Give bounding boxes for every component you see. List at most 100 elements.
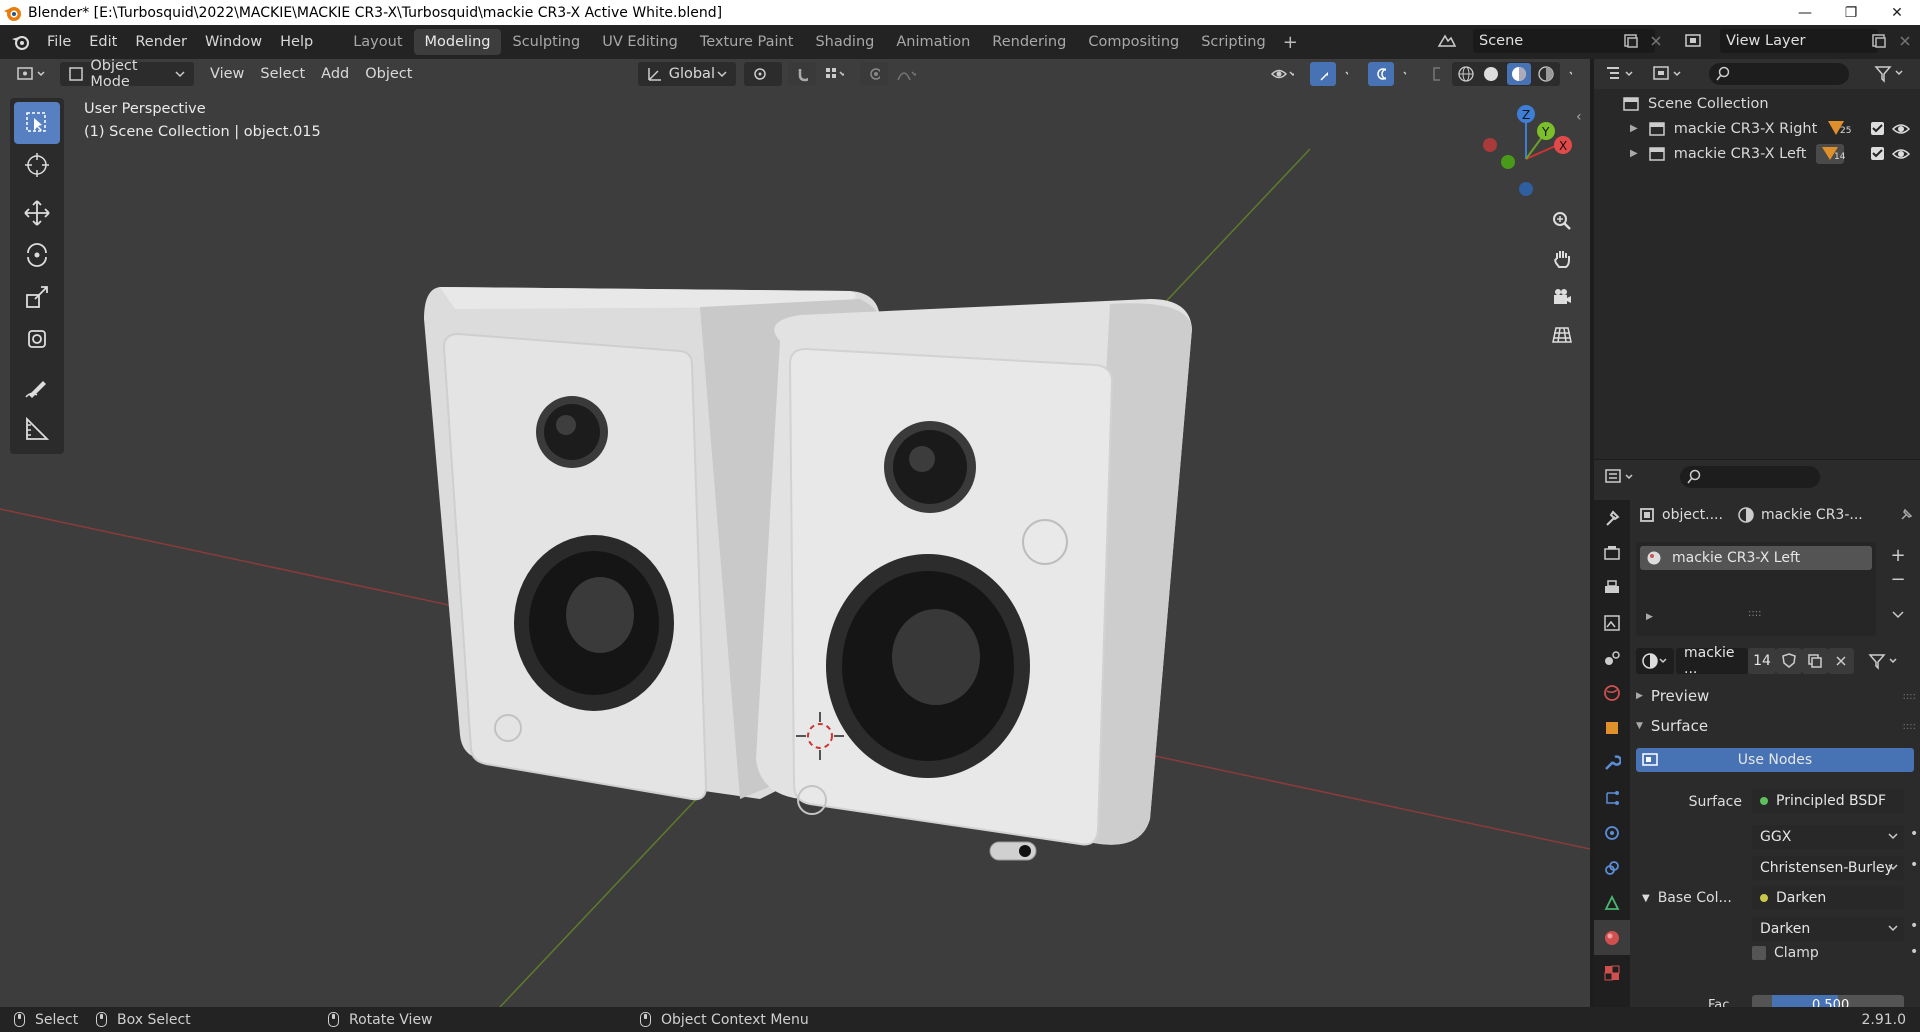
animate-dot-icon[interactable]: •	[1910, 857, 1918, 873]
tab-layout[interactable]: Layout	[342, 29, 413, 55]
material-preview-shading-icon[interactable]	[1506, 63, 1531, 85]
menu-window[interactable]: Window	[196, 34, 271, 50]
pan-button[interactable]	[1546, 243, 1578, 275]
scale-tool[interactable]	[14, 276, 60, 318]
user-count-badge[interactable]: 14	[1748, 648, 1776, 674]
overlays-toggle[interactable]	[1368, 62, 1394, 86]
object-menu[interactable]: Object	[357, 62, 420, 86]
visibility-button[interactable]	[1262, 62, 1302, 86]
cursor-tool[interactable]	[14, 144, 60, 186]
menu-help[interactable]: Help	[271, 34, 322, 50]
zoom-button[interactable]	[1546, 205, 1578, 237]
gizmo-options-button[interactable]	[1336, 62, 1356, 86]
expand-arrow-icon[interactable]: ▶	[1630, 123, 1638, 134]
physics-tab[interactable]	[1594, 815, 1630, 850]
slot-specials-button[interactable]	[1884, 604, 1912, 626]
rotate-tool[interactable]	[14, 234, 60, 276]
sidebar-toggle-icon[interactable]: ‹	[1576, 109, 1582, 125]
object-mode-dropdown[interactable]: Object Mode	[60, 59, 194, 90]
proportional-edit-toggle[interactable]	[860, 62, 888, 86]
delete-scene-icon[interactable]	[1645, 30, 1667, 52]
pin-icon[interactable]	[1898, 507, 1914, 523]
tool-tab[interactable]	[1594, 500, 1630, 535]
material-name-field[interactable]: mackie ...	[1676, 645, 1748, 677]
select-box-tool[interactable]	[14, 102, 60, 144]
animate-dot-icon[interactable]: •	[1910, 918, 1918, 934]
annotate-tool[interactable]	[14, 366, 60, 408]
display-mode-icon[interactable]	[1652, 64, 1686, 84]
render-tab[interactable]	[1594, 535, 1630, 570]
remove-slot-button[interactable]: −	[1884, 568, 1912, 590]
filter-icon[interactable]	[1874, 65, 1914, 83]
include-checkbox-icon[interactable]	[1870, 146, 1886, 162]
navigation-gizmo[interactable]: Z X Y	[1470, 99, 1580, 199]
browse-material-button[interactable]	[1636, 648, 1674, 674]
expand-arrow-icon[interactable]: ▶	[1630, 148, 1638, 159]
world-tab[interactable]	[1594, 675, 1630, 710]
gizmo-toggle[interactable]	[1310, 62, 1336, 86]
duplicate-material-button[interactable]	[1802, 648, 1828, 674]
tab-shading[interactable]: Shading	[804, 29, 885, 55]
minimize-button[interactable]: —	[1782, 0, 1828, 25]
tab-texture-paint[interactable]: Texture Paint	[689, 29, 805, 55]
overlays-options-button[interactable]	[1394, 62, 1414, 86]
tab-scripting[interactable]: Scripting	[1190, 29, 1276, 55]
scene-tab[interactable]	[1594, 640, 1630, 675]
camera-view-button[interactable]	[1546, 281, 1578, 313]
snap-toggle[interactable]	[788, 62, 816, 86]
fac-slider[interactable]: 0.500	[1752, 995, 1904, 1007]
transform-tool[interactable]	[14, 318, 60, 360]
maximize-button[interactable]: ❐	[1828, 0, 1874, 25]
eye-visibility-icon[interactable]	[1892, 146, 1912, 162]
object-tab[interactable]	[1594, 710, 1630, 745]
tab-rendering[interactable]: Rendering	[981, 29, 1077, 55]
fake-user-button[interactable]	[1776, 648, 1802, 674]
add-menu[interactable]: Add	[313, 62, 357, 86]
pivot-point-button[interactable]	[744, 62, 782, 86]
distribution-dropdown[interactable]: GGX	[1752, 825, 1904, 849]
3d-viewport[interactable]: Object Mode View Select Add Object Globa…	[0, 59, 1590, 1007]
move-tool[interactable]	[14, 192, 60, 234]
outliner-search-input[interactable]	[1709, 63, 1849, 85]
animate-dot-icon[interactable]: •	[1910, 944, 1918, 960]
surface-shader-field[interactable]: Principled BSDF	[1752, 789, 1904, 813]
new-scene-icon[interactable]	[1620, 30, 1642, 52]
new-view-layer-icon[interactable]	[1868, 30, 1890, 52]
outliner-editor-type-icon[interactable]	[1604, 64, 1638, 84]
use-nodes-button[interactable]: Use Nodes	[1636, 748, 1914, 772]
snap-target-button[interactable]	[816, 62, 852, 86]
add-slot-button[interactable]: +	[1884, 544, 1912, 566]
eye-visibility-icon[interactable]	[1892, 121, 1912, 137]
view-layer-selector[interactable]: View Layer	[1720, 29, 1878, 53]
base-color-row-label[interactable]: ▼ Base Col...	[1642, 890, 1732, 906]
drag-handle-icon[interactable]: ::::	[1903, 721, 1916, 732]
preview-section-header[interactable]: ▶ Preview ::::	[1636, 682, 1916, 710]
scene-browse-icon[interactable]	[1436, 30, 1458, 52]
drag-handle-icon[interactable]: ::::	[1903, 691, 1916, 702]
modifier-tab[interactable]	[1594, 745, 1630, 780]
select-menu[interactable]: Select	[252, 62, 313, 86]
view-layer-tab[interactable]	[1594, 605, 1630, 640]
material-slot-item[interactable]: mackie CR3-X Left	[1640, 546, 1872, 570]
menu-edit[interactable]: Edit	[80, 34, 126, 50]
add-workspace-button[interactable]: +	[1277, 32, 1304, 53]
wireframe-shading-icon[interactable]	[1456, 64, 1476, 84]
delete-view-layer-icon[interactable]	[1894, 30, 1916, 52]
subsurface-method-dropdown[interactable]: Christensen-Burley	[1752, 856, 1904, 880]
resize-handle-icon[interactable]: ::::	[1748, 608, 1761, 619]
measure-tool[interactable]	[14, 408, 60, 450]
base-color-input-field[interactable]: Darken	[1752, 886, 1904, 910]
blend-mode-dropdown[interactable]: Darken	[1752, 917, 1904, 941]
blender-menu-icon[interactable]	[10, 31, 32, 53]
menu-file[interactable]: File	[38, 34, 80, 50]
animate-dot-icon[interactable]: •	[1910, 826, 1918, 842]
editor-type-button[interactable]	[8, 62, 54, 86]
texture-tab[interactable]	[1594, 955, 1630, 990]
expand-arrow-icon[interactable]: ▶	[1646, 612, 1653, 622]
outliner-item[interactable]: ▶ mackie CR3-X Right 25	[1594, 116, 1920, 141]
unlink-material-button[interactable]	[1828, 648, 1854, 674]
surface-section-header[interactable]: ▼ Surface ::::	[1636, 712, 1916, 740]
transform-orientation-dropdown[interactable]: Global	[638, 62, 736, 86]
outliner-scene-collection[interactable]: Scene Collection	[1594, 91, 1920, 116]
outliner-item[interactable]: ▶ mackie CR3-X Left 14	[1594, 141, 1920, 166]
